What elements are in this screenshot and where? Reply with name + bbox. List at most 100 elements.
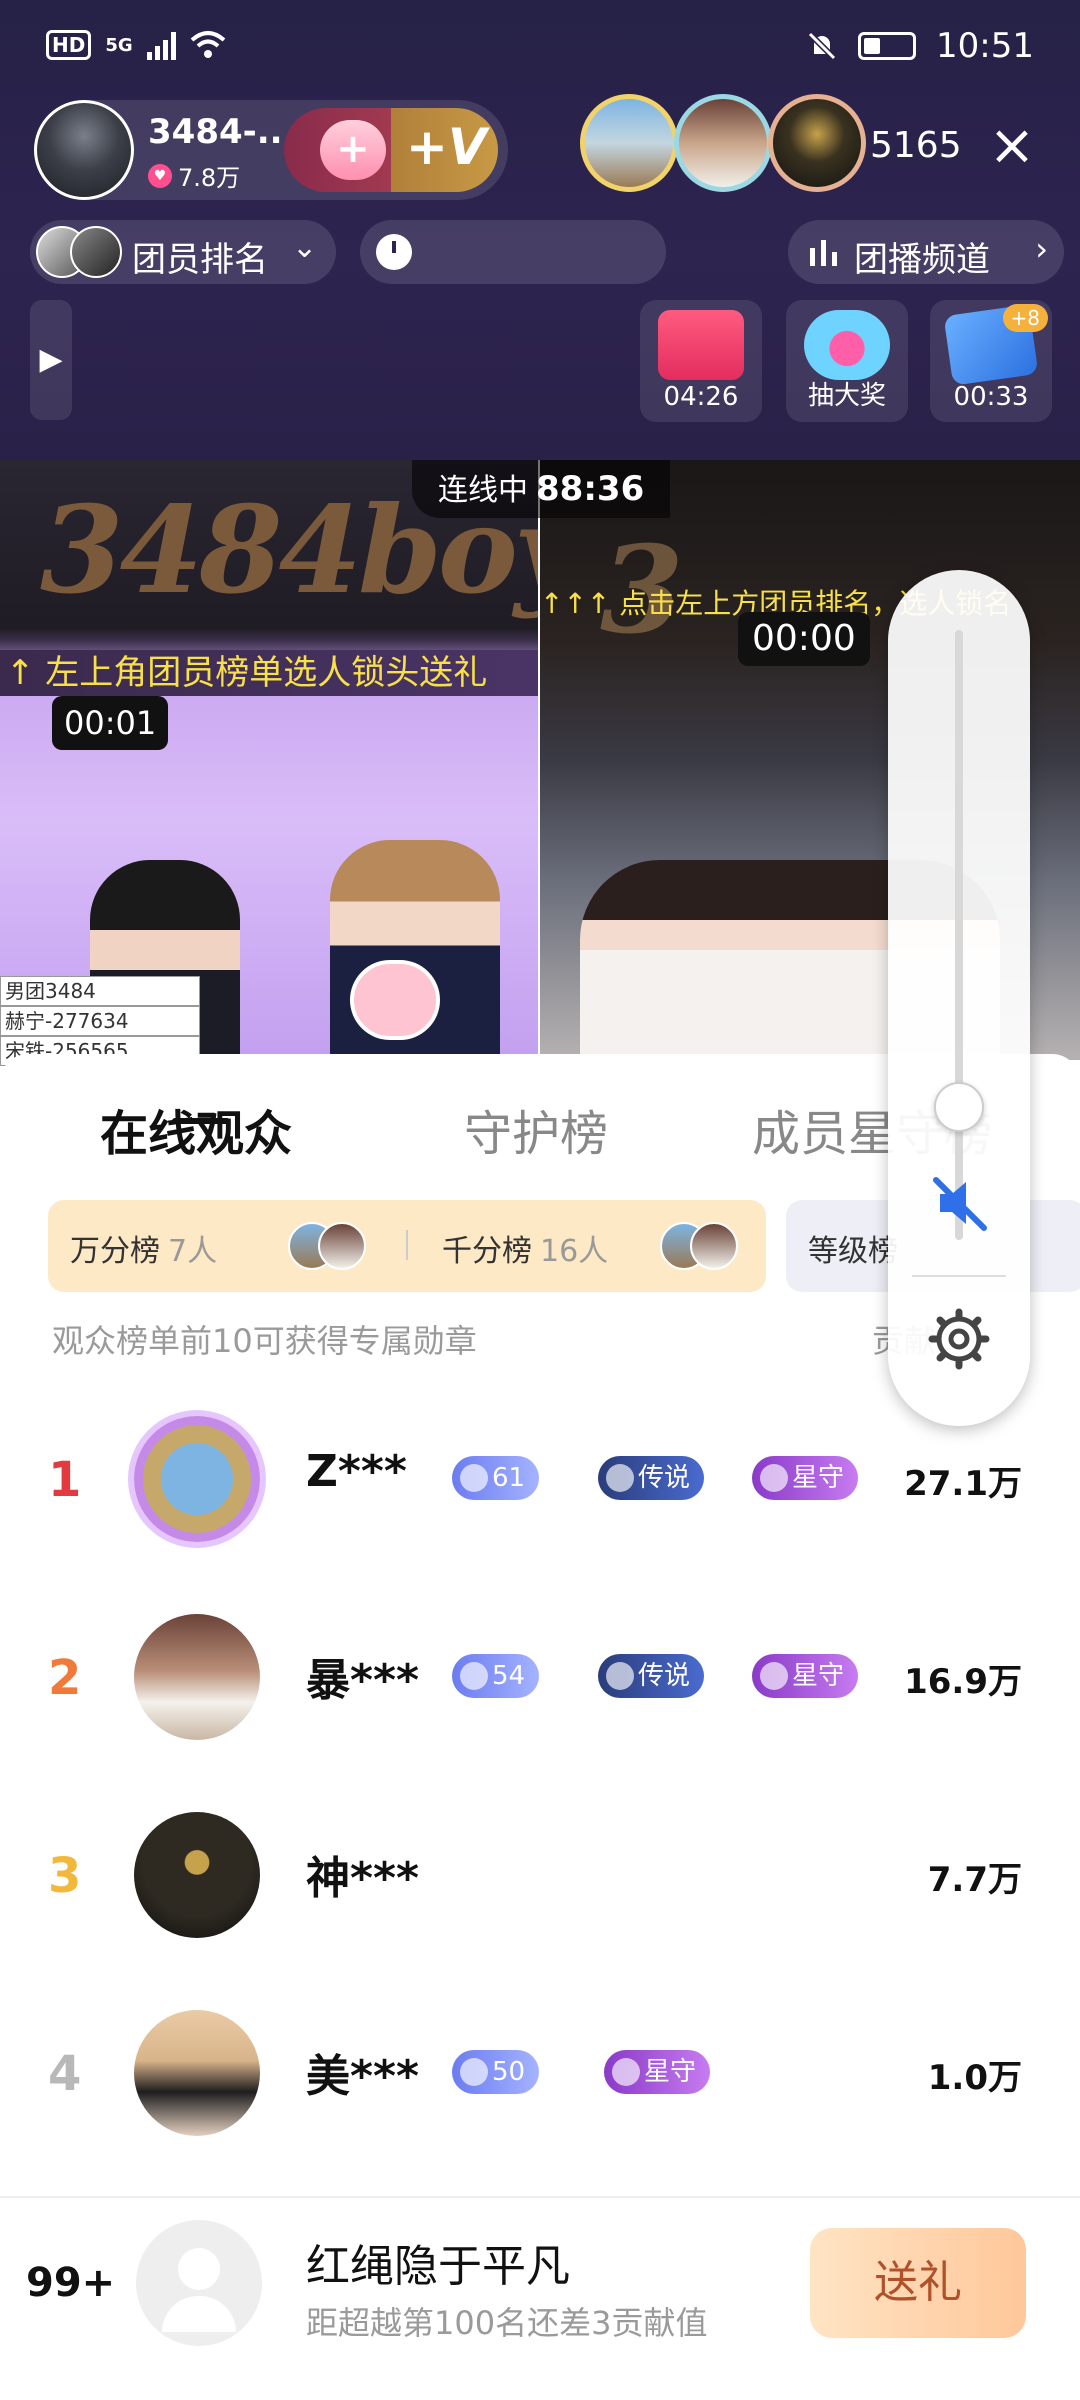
live-header: HD 5G 10:51 3484-... ♥ 7.8万 + +V 5165 × xyxy=(0,0,1080,460)
heart-icon: ♥ xyxy=(148,163,172,188)
link-time: 88:36 xyxy=(536,469,645,509)
volume-slider-handle[interactable] xyxy=(934,1082,984,1132)
my-name: 红绳隐于平凡 xyxy=(306,2241,570,2292)
chevron-down-icon: ⌄ xyxy=(292,230,318,265)
contribution-score: 1.0万 xyxy=(927,2058,1022,2098)
contribution-score: 7.7万 xyxy=(927,1860,1022,1900)
my-rank-gap: 距超越第100名还差3贡献值 xyxy=(306,2304,708,2342)
volume-panel xyxy=(888,570,1030,1426)
tab-online-audience[interactable]: 在线观众 xyxy=(100,1094,292,1164)
host-likes-value: 7.8万 xyxy=(178,164,241,192)
user-avatar[interactable] xyxy=(134,1614,260,1740)
viewer-avatar[interactable] xyxy=(674,94,772,192)
member-name-table: 男团3484 赫宁-277634 宋铁-256565 xyxy=(0,976,200,1066)
gear-icon[interactable] xyxy=(928,1308,990,1370)
qian-rank-label: 千分榜 xyxy=(442,1234,532,1269)
member-name-cell: 男团3484 xyxy=(0,976,200,1006)
send-gift-button[interactable]: 送礼 xyxy=(810,2228,1026,2338)
host-name: 3484-... xyxy=(148,112,296,152)
wan-rank-avatars xyxy=(288,1222,372,1272)
contribution-score: 27.1万 xyxy=(904,1464,1022,1504)
clock-icon xyxy=(376,234,412,270)
stream-timer-right: 00:00 xyxy=(738,612,870,666)
battery-icon xyxy=(858,32,917,60)
host-card[interactable]: 3484-... ♥ 7.8万 + +V xyxy=(34,100,508,200)
legend-badge: 传说 xyxy=(598,1654,705,1698)
activity-plus-badge: +8 xyxy=(1002,304,1048,332)
join-fan-club-button[interactable]: + +V xyxy=(284,108,498,192)
hd-badge: HD xyxy=(46,30,92,60)
marquee-left: ↑ 左上角团员榜单选人锁头送礼 xyxy=(0,650,538,696)
member-avatar xyxy=(70,226,122,278)
user-name: 美*** xyxy=(306,2051,420,2102)
medal-hint: 观众榜单前10可获得专属勋章 xyxy=(52,1322,477,1360)
team-rank-button[interactable]: 团员排名 ⌄ xyxy=(30,220,336,284)
viewer-avatar[interactable] xyxy=(768,94,866,192)
channel-button[interactable]: 团播频道 › xyxy=(788,220,1064,284)
host-avatar[interactable] xyxy=(34,100,134,200)
my-avatar[interactable] xyxy=(136,2220,262,2346)
activity-tile-timer[interactable]: 04:26 xyxy=(640,300,762,422)
level-rank-label: 等级榜 xyxy=(808,1234,898,1269)
activity-label: 抽大奖 xyxy=(807,381,886,411)
link-status-badge: 连线中 88:36 xyxy=(412,460,671,518)
activity-tile-lottery[interactable]: 抽大奖 xyxy=(786,300,908,422)
ranking-row[interactable]: 3 神*** 7.7万 xyxy=(0,1790,1080,1960)
star-guard-badge: 星守 xyxy=(752,1456,859,1500)
wifi-icon xyxy=(190,31,225,58)
viewer-avatar[interactable] xyxy=(580,94,678,192)
contribution-score: 16.9万 xyxy=(904,1662,1022,1702)
lottery-icon xyxy=(804,310,890,380)
user-name: 神*** xyxy=(306,1853,420,1904)
network-label: 5G xyxy=(105,34,133,56)
qian-rank-avatars xyxy=(660,1222,744,1272)
star-guard-badge: 星守 xyxy=(604,2050,711,2094)
heart-avatar-badge[interactable] xyxy=(350,960,440,1040)
activity-avatar xyxy=(658,310,744,380)
tab-guardian-rank[interactable]: 守护榜 xyxy=(464,1094,608,1164)
divider xyxy=(406,1230,408,1260)
mute-speaker-icon[interactable] xyxy=(926,1170,992,1236)
wan-rank-label: 万分榜 xyxy=(70,1234,160,1269)
activity-label: 00:33 xyxy=(953,382,1029,412)
host-likes: ♥ 7.8万 xyxy=(148,158,240,193)
rank-number: 4 xyxy=(48,2046,82,2102)
bars-icon xyxy=(810,240,837,266)
legend-badge: 传说 xyxy=(598,1456,705,1500)
timer-pill[interactable] xyxy=(360,220,666,284)
qian-rank-button[interactable]: 千分榜 16人 xyxy=(442,1226,608,1270)
member-name-cell: 赫宁-277634 xyxy=(0,1006,200,1036)
mute-bell-icon xyxy=(807,31,837,61)
activity-tile-popularity[interactable]: +8 00:33 xyxy=(930,300,1052,422)
level-badge: 54 xyxy=(452,1654,540,1698)
status-bar: HD 5G 10:51 xyxy=(0,0,1080,100)
close-icon[interactable]: × xyxy=(984,118,1040,174)
channel-label: 团播频道 xyxy=(854,240,990,280)
star-guard-badge: 星守 xyxy=(752,1654,859,1698)
user-avatar[interactable] xyxy=(134,2010,260,2136)
ranking-row[interactable]: 4 美*** 50 星守 1.0万 xyxy=(0,1988,1080,2158)
status-right: 10:51 xyxy=(806,26,1034,66)
ranking-row[interactable]: 2 暴*** 54 传说 星守 16.9万 xyxy=(0,1592,1080,1762)
score-rank-bar[interactable]: 万分榜 7人 千分榜 16人 xyxy=(48,1200,766,1292)
clock-time: 10:51 xyxy=(936,26,1034,66)
my-rank-bar: 99+ 红绳隐于平凡 距超越第100名还差3贡献值 送礼 xyxy=(0,2196,1080,2400)
ranking-row[interactable]: 1 Z*** 61 传说 星守 27.1万 xyxy=(0,1394,1080,1564)
user-name: Z*** xyxy=(306,1446,407,1497)
rank-number: 2 xyxy=(48,1650,82,1706)
status-left: HD 5G xyxy=(46,30,226,60)
chevron-right-icon: › xyxy=(1035,230,1048,268)
viewer-count[interactable]: 5165 xyxy=(860,118,972,174)
expand-arrow-icon[interactable]: ▶ xyxy=(30,300,72,420)
user-avatar[interactable] xyxy=(134,1416,260,1542)
level-badge: 61 xyxy=(452,1456,540,1500)
volume-slider-track[interactable] xyxy=(955,630,963,1240)
rank-number: 3 xyxy=(48,1848,82,1904)
wan-rank-button[interactable]: 万分榜 7人 xyxy=(70,1226,217,1270)
signal-icon xyxy=(146,30,176,60)
team-rank-label: 团员排名 xyxy=(132,240,268,280)
user-avatar[interactable] xyxy=(134,1812,260,1938)
wan-rank-count: 7人 xyxy=(168,1234,218,1269)
user-name: 暴*** xyxy=(306,1655,420,1706)
my-rank: 99+ xyxy=(26,2260,116,2306)
